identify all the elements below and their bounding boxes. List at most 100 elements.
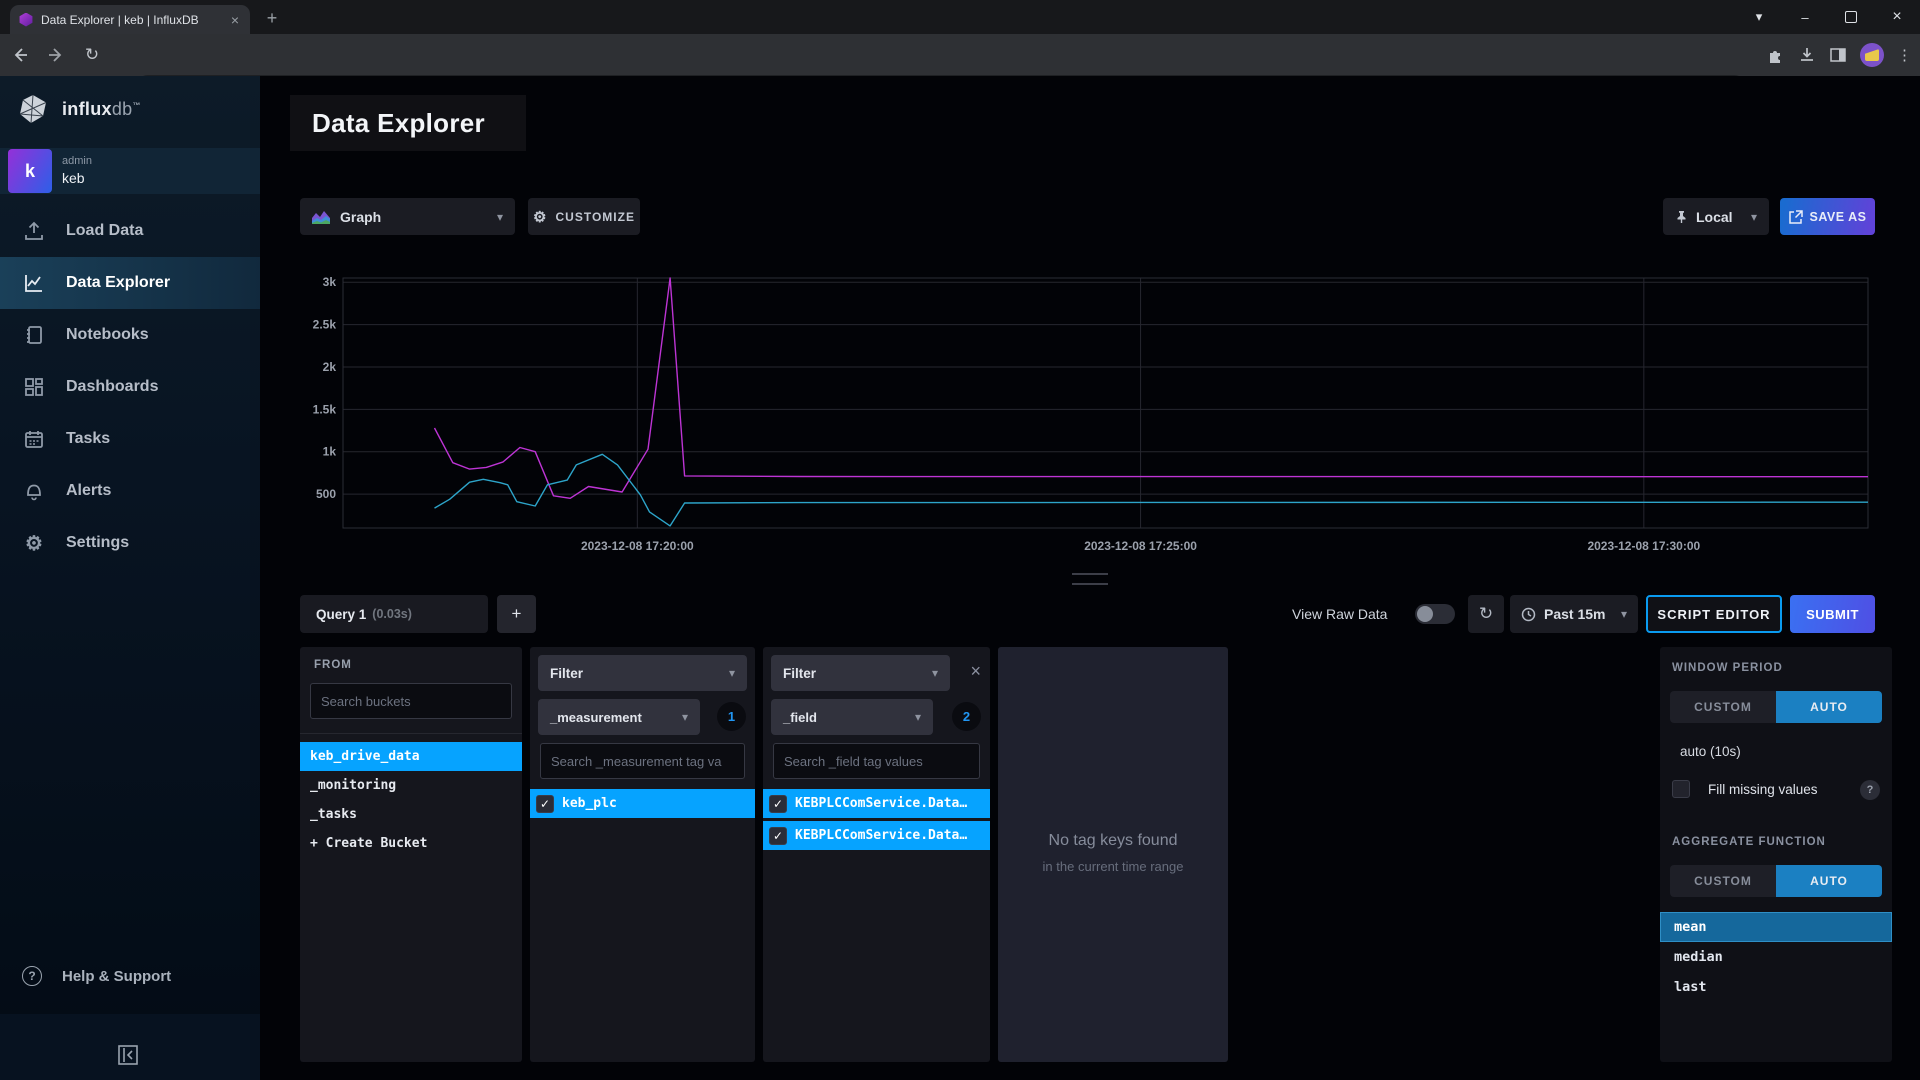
side-panel-icon[interactable] [1829,46,1847,64]
submit-button[interactable]: SUBMIT [1790,595,1875,633]
notebook-icon [22,323,46,347]
screen: Data Explorer | keb | InfluxDB × + ▾ – ×… [0,0,1920,1080]
close-icon[interactable]: × [1874,0,1920,34]
customize-label: CUSTOMIZE [556,210,635,224]
checkbox-checked-icon[interactable]: ✓ [536,795,554,813]
save-as-button[interactable]: SAVE AS [1780,198,1875,235]
export-icon [1789,210,1803,224]
new-tab-button[interactable]: + [260,6,284,30]
sidebar-item-alerts[interactable]: Alerts [0,465,260,517]
influxdb-cube-icon [18,94,48,124]
x-tick-label: 2023-12-08 17:25:00 [1084,539,1197,553]
time-range-dropdown[interactable]: Past 15m ▾ [1510,595,1638,633]
aggregate-function-label: AGGREGATE FUNCTION [1672,836,1826,848]
tab-search-chevron-icon[interactable]: ▾ [1736,0,1782,34]
window-custom-button[interactable]: CUSTOM [1670,691,1776,723]
filter-type-dropdown[interactable]: Filter ▾ [538,655,747,691]
sidebar-item-dashboards[interactable]: Dashboards [0,361,260,413]
function-item-mean[interactable]: mean [1660,912,1892,942]
x-tick-label: 2023-12-08 17:30:00 [1587,539,1700,553]
tab-close-icon[interactable]: × [229,11,241,29]
bucket-search-input[interactable] [310,683,512,719]
bucket-item[interactable]: _tasks [300,800,522,829]
tag-value-label: KEBPLCComService.Data… [795,828,967,843]
sidebar-footer [0,1014,260,1080]
y-tick-label: 2k [323,360,337,374]
back-icon[interactable] [10,45,30,65]
reload-icon[interactable]: ↻ [82,45,102,65]
field-search-input[interactable] [773,743,980,779]
sidebar-item-label: Data Explorer [66,274,170,292]
browser-menu-icon[interactable]: ⋮ [1897,46,1912,64]
series-line [435,454,1869,526]
view-raw-data-toggle[interactable] [1415,604,1455,624]
chart-area: 5001k1.5k2k2.5k3k2023-12-08 17:20:002023… [310,272,1875,564]
pin-icon [1675,210,1688,224]
function-item-last[interactable]: last [1660,972,1892,1002]
sidebar-item-tasks[interactable]: Tasks [0,413,260,465]
fill-missing-values-row[interactable]: ✓ Fill missing values [1672,780,1818,798]
sidebar-item-settings[interactable]: ⚙ Settings [0,517,260,569]
tag-key-dropdown[interactable]: _measurement ▾ [538,699,700,735]
sidebar-item-label: Tasks [66,430,110,448]
profile-avatar[interactable] [1860,43,1884,67]
influxdb-logo[interactable]: influxdb™ [18,94,141,124]
checkbox-checked-icon[interactable]: ✓ [769,795,787,813]
influxdb-favicon-icon [19,13,33,27]
add-query-button[interactable]: + [497,595,536,633]
browser-tab[interactable]: Data Explorer | keb | InfluxDB × [10,5,250,34]
customize-button[interactable]: ⚙ CUSTOMIZE [528,198,640,235]
create-bucket-button[interactable]: + Create Bucket [300,829,522,858]
tag-value-item-selected[interactable]: ✓ KEBPLCComService.Data… [763,789,990,818]
y-tick-label: 500 [316,487,336,501]
restore-icon[interactable] [1828,0,1874,34]
view-raw-data-label: View Raw Data [1292,595,1387,633]
help-support-item[interactable]: ? Help & Support [22,966,171,986]
chevron-down-icon: ▾ [682,710,688,724]
panel-resize-handle[interactable] [1072,573,1108,585]
page-title-box: Data Explorer [290,95,526,151]
extensions-puzzle-icon[interactable] [1767,46,1785,64]
collapse-sidebar-icon[interactable] [117,1044,139,1066]
gear-icon: ⚙ [533,208,547,226]
forward-icon[interactable] [46,45,66,65]
aggregate-toggle: CUSTOM AUTO [1670,865,1882,897]
chevron-down-icon: ▾ [1621,607,1627,621]
refresh-button[interactable]: ↻ [1468,595,1504,633]
checkbox-unchecked-icon[interactable]: ✓ [1672,780,1690,798]
filter-panel-field: Filter ▾ × _field ▾ 2 ✓ KEBPLCComService… [763,647,990,1062]
tag-value-item-selected[interactable]: ✓ KEBPLCComService.Data… [763,821,990,850]
window-auto-button[interactable]: AUTO [1776,691,1882,723]
function-item-median[interactable]: median [1660,942,1892,972]
tag-value-list: ✓ KEBPLCComService.Data… ✓ KEBPLCComServ… [763,789,990,853]
logo-text: influxdb™ [62,99,141,120]
aggregate-custom-button[interactable]: CUSTOM [1670,865,1776,897]
timezone-dropdown[interactable]: Local ▾ [1663,198,1769,235]
remove-filter-icon[interactable]: × [970,662,981,680]
tag-key-dropdown[interactable]: _field ▾ [771,699,933,735]
tag-key-label: _measurement [550,710,642,725]
measurement-search-input[interactable] [540,743,745,779]
view-type-dropdown[interactable]: Graph ▾ [300,198,515,235]
user-avatar[interactable]: k [8,149,52,193]
minimize-icon[interactable]: – [1782,0,1828,34]
timezone-label: Local [1696,209,1733,225]
window-controls: ▾ – × [1736,0,1920,34]
sidebar-item-load-data[interactable]: Load Data [0,205,260,257]
query-tab[interactable]: Query 1 (0.03s) [300,595,488,633]
fill-help-icon[interactable]: ? [1860,780,1880,800]
checkbox-checked-icon[interactable]: ✓ [769,827,787,845]
selected-count-badge: 1 [717,702,746,731]
help-support-label: Help & Support [62,968,171,985]
filter-type-dropdown[interactable]: Filter ▾ [771,655,950,691]
script-editor-button[interactable]: SCRIPT EDITOR [1646,595,1782,633]
download-icon[interactable] [1798,46,1816,64]
empty-message-subtitle: in the current time range [998,859,1228,874]
bucket-item[interactable]: _monitoring [300,771,522,800]
sidebar-item-notebooks[interactable]: Notebooks [0,309,260,361]
sidebar-item-data-explorer[interactable]: Data Explorer [0,257,260,309]
toggle-knob [1417,606,1433,622]
aggregate-auto-button[interactable]: AUTO [1776,865,1882,897]
bucket-item-selected[interactable]: keb_drive_data [300,742,522,771]
tag-value-item-selected[interactable]: ✓ keb_plc [530,789,755,818]
